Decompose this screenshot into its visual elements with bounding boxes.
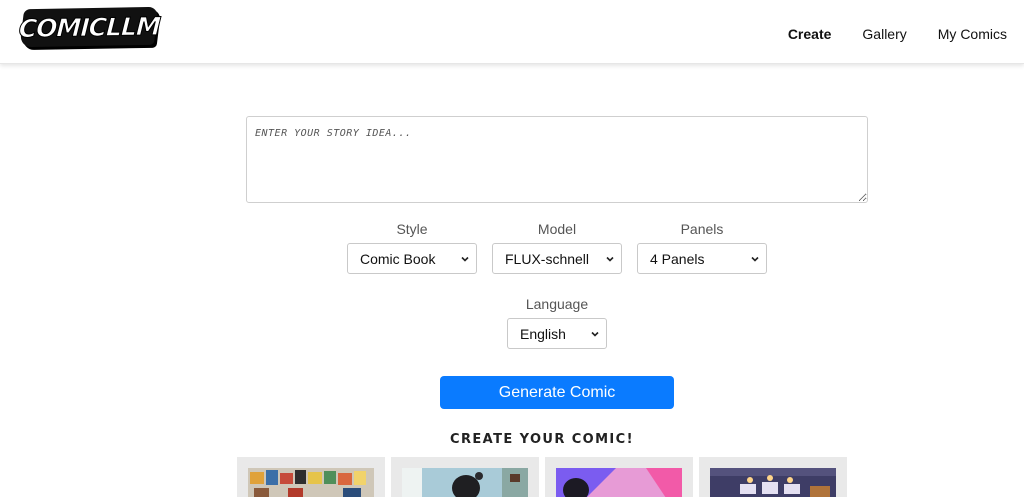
gallery-card[interactable]	[237, 457, 385, 497]
nav-link-create[interactable]: Create	[788, 26, 832, 42]
model-select-value: FLUX-schnell	[505, 250, 590, 267]
person-room-thumbnail-icon	[402, 468, 528, 497]
person-pink-thumbnail-icon	[556, 468, 682, 497]
gallery-card[interactable]	[391, 457, 539, 497]
chevron-down-icon	[591, 331, 599, 337]
style-label: Style	[396, 221, 428, 237]
room-lamps-thumbnail-icon	[710, 468, 836, 497]
language-select[interactable]: English	[507, 318, 607, 349]
style-select[interactable]: Comic Book	[347, 243, 477, 274]
nav-link-gallery[interactable]: Gallery	[862, 26, 906, 42]
chevron-down-icon	[461, 256, 469, 262]
gallery-card[interactable]	[545, 457, 693, 497]
story-idea-input[interactable]	[246, 116, 868, 203]
panels-label: Panels	[680, 221, 724, 237]
logo-text: COMICLLM	[17, 11, 161, 43]
model-select[interactable]: FLUX-schnell	[492, 243, 622, 274]
nav-links: Create Gallery My Comics	[757, 26, 1007, 42]
panels-select-value: 4 Panels	[650, 250, 705, 267]
nav-link-my-comics[interactable]: My Comics	[938, 26, 1007, 42]
comic-wall-thumbnail-icon	[248, 468, 374, 497]
style-select-value: Comic Book	[360, 250, 436, 267]
panels-field: Panels 4 Panels	[637, 221, 767, 274]
panels-select[interactable]: 4 Panels	[637, 243, 767, 274]
style-field: Style Comic Book	[347, 221, 477, 274]
gallery-heading: CREATE YOUR COMIC!	[450, 432, 634, 447]
top-navbar: COMICLLM Create Gallery My Comics	[0, 0, 1024, 64]
gallery-card[interactable]	[699, 457, 847, 497]
model-label: Model	[537, 221, 577, 237]
language-label: Language	[525, 296, 589, 312]
comicllm-logo[interactable]: COMICLLM	[17, 6, 161, 48]
model-field: Model FLUX-schnell	[492, 221, 622, 274]
chevron-down-icon	[606, 256, 614, 262]
chevron-down-icon	[751, 256, 759, 262]
generate-comic-button[interactable]: Generate Comic	[440, 376, 674, 409]
language-select-value: English	[520, 325, 566, 342]
language-field: Language English	[507, 296, 607, 349]
